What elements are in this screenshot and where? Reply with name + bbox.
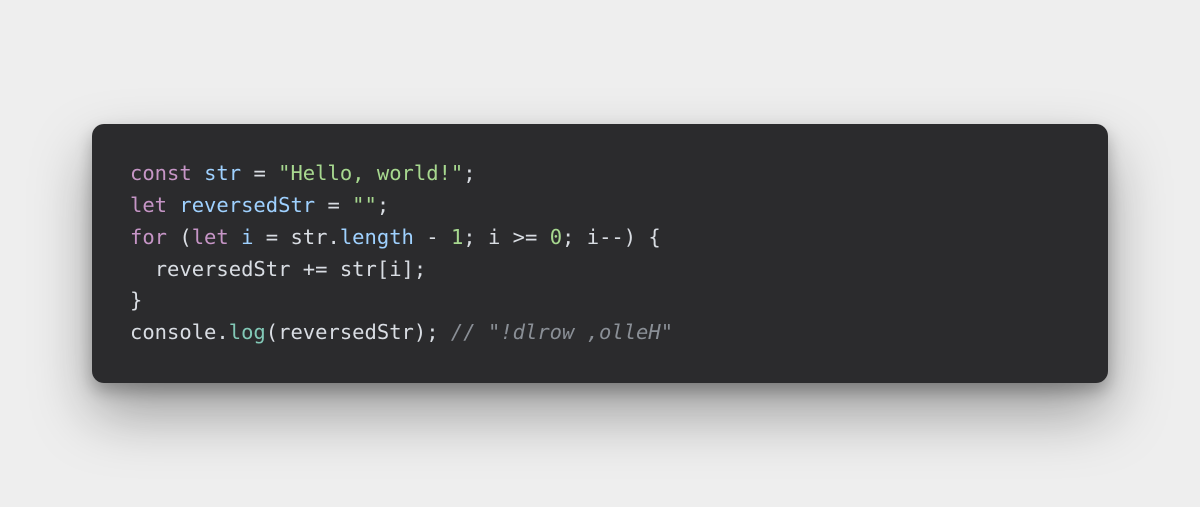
code-token [167, 193, 179, 217]
code-token: i [488, 225, 500, 249]
code-token [229, 225, 241, 249]
code-token: str [290, 225, 327, 249]
code-token: 1 [451, 225, 463, 249]
code-token: >= [513, 225, 538, 249]
code-token: ; [463, 225, 488, 249]
code-token [327, 257, 339, 281]
code-token: ) { [624, 225, 661, 249]
code-token [340, 193, 352, 217]
code-token: += [303, 257, 328, 281]
code-token [266, 161, 278, 185]
code-token: length [340, 225, 414, 249]
code-token: - [426, 225, 438, 249]
code-token: console [130, 320, 216, 344]
code-token: reversedStr [278, 320, 414, 344]
code-token [439, 225, 451, 249]
code-token: 0 [550, 225, 562, 249]
code-token [278, 225, 290, 249]
code-token: . [216, 320, 228, 344]
code-token [253, 225, 265, 249]
code-token: = [327, 193, 339, 217]
code-token: i [241, 225, 253, 249]
code-token: "" [352, 193, 377, 217]
code-token [290, 257, 302, 281]
code-token: = [266, 225, 278, 249]
code-token: ( [167, 225, 192, 249]
code-token: for [130, 225, 167, 249]
code-token: i [587, 225, 599, 249]
code-token: str [204, 161, 241, 185]
code-token [537, 225, 549, 249]
code-token: ; [562, 225, 587, 249]
code-token: log [229, 320, 266, 344]
code-token: ; [463, 161, 475, 185]
code-token [192, 161, 204, 185]
code-token: const [130, 161, 192, 185]
stage: const str = "Hello, world!"; let reverse… [0, 0, 1200, 507]
code-token: "Hello, world!" [278, 161, 463, 185]
code-token: ); [414, 320, 451, 344]
code-token: let [192, 225, 229, 249]
code-token: ]; [402, 257, 427, 281]
code-token [500, 225, 512, 249]
code-token: . [328, 225, 340, 249]
code-token: reversedStr [155, 257, 291, 281]
code-token: ; [377, 193, 389, 217]
code-snippet-card: const str = "Hello, world!"; let reverse… [92, 124, 1108, 383]
code-token: ( [266, 320, 278, 344]
code-token [414, 225, 426, 249]
code-token: -- [599, 225, 624, 249]
code-token: reversedStr [179, 193, 315, 217]
code-token: i [389, 257, 401, 281]
code-token: [ [377, 257, 389, 281]
code-token [130, 257, 155, 281]
code-token: str [340, 257, 377, 281]
code-token [241, 161, 253, 185]
code-block: const str = "Hello, world!"; let reverse… [130, 158, 1070, 349]
code-token: // "!dlrow ,olleH" [451, 320, 673, 344]
code-token: } [130, 288, 142, 312]
code-token [315, 193, 327, 217]
code-token: let [130, 193, 167, 217]
code-token: = [253, 161, 265, 185]
